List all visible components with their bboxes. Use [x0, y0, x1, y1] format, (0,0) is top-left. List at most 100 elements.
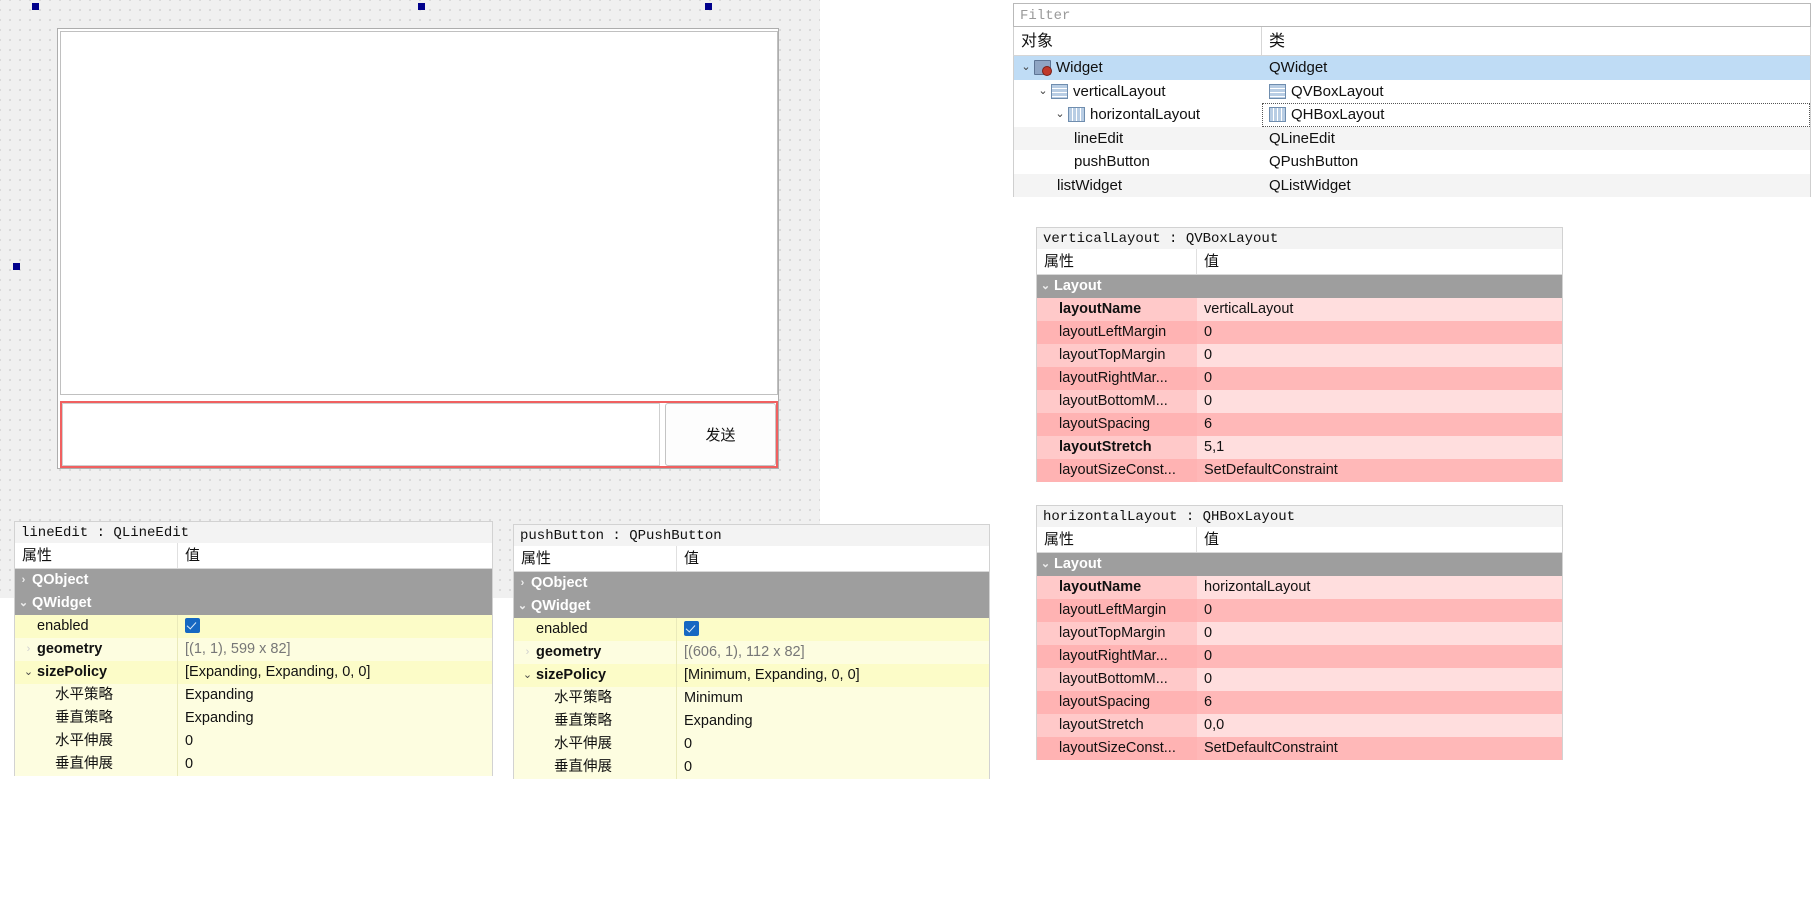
tree-object-name: horizontalLayout [1090, 106, 1201, 123]
tree-object-name: pushButton [1074, 153, 1150, 170]
chevron-down-icon[interactable]: ⌄ [521, 664, 534, 687]
property-row-vertical-policy[interactable]: 垂直策略 Expanding [15, 707, 492, 730]
chevron-down-icon[interactable]: ⌄ [1052, 103, 1068, 127]
property-row-enabled[interactable]: ›enabled [514, 618, 989, 641]
property-row-geometry[interactable]: › geometry [(606, 1), 112 x 82] [514, 641, 989, 664]
list-widget-preview[interactable] [60, 31, 778, 395]
property-row-layouttopmargin[interactable]: ›layoutTopMargin 0 [1037, 622, 1562, 645]
chevron-right-icon[interactable]: › [22, 638, 35, 661]
column-header-property[interactable]: 属性 [514, 546, 677, 571]
property-table-body: ⌄Layout ›layoutName verticalLayout ›layo… [1036, 275, 1563, 482]
property-table-header: 属性 值 [1036, 527, 1563, 553]
chevron-right-icon[interactable]: › [17, 569, 30, 592]
property-row-layouttopmargin[interactable]: ›layoutTopMargin 0 [1037, 344, 1562, 367]
tree-object-class: QVBoxLayout [1262, 80, 1810, 104]
property-row-horizontal-policy[interactable]: 水平策略 Minimum [514, 687, 989, 710]
push-button-preview[interactable]: 发送 [665, 403, 776, 466]
column-header-class[interactable]: 类 [1262, 27, 1810, 55]
property-group-qobject[interactable]: › QObject [514, 572, 989, 595]
enabled-checkbox[interactable] [185, 618, 200, 633]
property-group-qobject[interactable]: › QObject [15, 569, 492, 592]
chevron-down-icon[interactable]: ⌄ [1035, 80, 1051, 104]
selection-handle-middle-left[interactable] [13, 263, 20, 270]
tree-object-class: QLineEdit [1262, 126, 1810, 150]
chevron-right-icon[interactable]: › [521, 641, 534, 664]
column-header-object[interactable]: 对象 [1014, 27, 1262, 55]
property-row-layoutbottommargin[interactable]: ›layoutBottomM... 0 [1037, 390, 1562, 413]
tree-object-name: Widget [1056, 59, 1103, 76]
property-table-body: ›QObject ⌄QWidget ›enabled ›geometry [(1… [14, 569, 493, 776]
selection-handle-top-center[interactable] [418, 3, 425, 10]
property-row-layoutstretch[interactable]: ›layoutStretch 5,1 [1037, 436, 1562, 459]
property-row-vertical-stretch[interactable]: 垂直伸展 0 [15, 753, 492, 776]
tree-object-class: QPushButton [1269, 153, 1359, 170]
property-row-layoutbottommargin[interactable]: ›layoutBottomM... 0 [1037, 668, 1562, 691]
tree-object-name: lineEdit [1074, 129, 1124, 147]
tree-row-verticallayout[interactable]: ⌄ verticalLayout QVBoxLayout [1014, 80, 1810, 104]
property-group-qwidget[interactable]: ⌄ QWidget [15, 592, 492, 615]
property-row-sizepolicy[interactable]: ⌄ sizePolicy [Minimum, Expanding, 0, 0] [514, 664, 989, 687]
object-tree-header: 对象 类 [1013, 27, 1811, 56]
property-row-layoutspacing[interactable]: ›layoutSpacing 6 [1037, 413, 1562, 436]
property-table-body: ⌄Layout ›layoutName horizontalLayout ›la… [1036, 553, 1563, 760]
column-header-value[interactable]: 值 [677, 546, 989, 571]
tree-object-class: QWidget [1262, 56, 1810, 80]
property-row-layoutspacing[interactable]: ›layoutSpacing 6 [1037, 691, 1562, 714]
property-row-enabled[interactable]: ›enabled [15, 615, 492, 638]
property-panel-verticallayout: verticalLayout : QVBoxLayout 属性 值 ⌄ Layou… [1036, 227, 1563, 482]
form-widget[interactable]: 发送 [57, 28, 779, 469]
property-row-layoutrightmargin[interactable]: ›layoutRightMar... 0 [1037, 367, 1562, 390]
property-row-layoutsizeconstraint[interactable]: ›layoutSizeConst... SetDefaultConstraint [1037, 737, 1562, 760]
chevron-down-icon[interactable]: ⌄ [17, 592, 30, 615]
chevron-down-icon[interactable]: ⌄ [516, 595, 529, 618]
tree-row-listwidget[interactable]: listWidget QListWidget [1014, 173, 1810, 197]
property-row-layoutname[interactable]: ›layoutName verticalLayout [1037, 298, 1562, 321]
chevron-down-icon[interactable]: ⌄ [22, 661, 35, 684]
property-row-horizontal-stretch[interactable]: 水平伸展 0 [15, 730, 492, 753]
property-row-layoutstretch[interactable]: ›layoutStretch 0,0 [1037, 714, 1562, 737]
tree-row-horizontallayout[interactable]: ⌄ horizontalLayout QHBoxLayout [1014, 103, 1810, 127]
chevron-down-icon[interactable]: ⌄ [1039, 275, 1052, 298]
tree-object-class: QListWidget [1262, 173, 1810, 197]
property-row-layoutrightmargin[interactable]: ›layoutRightMar... 0 [1037, 645, 1562, 668]
property-panel-lineedit: lineEdit : QLineEdit 属性 值 › QObject ⌄ QWid… [14, 521, 493, 776]
line-edit-preview[interactable] [62, 403, 660, 466]
horizontal-layout-selection[interactable]: 发送 [60, 401, 778, 468]
tree-object-name: verticalLayout [1073, 82, 1166, 100]
column-header-property[interactable]: 属性 [1037, 249, 1197, 274]
chevron-down-icon[interactable]: ⌄ [1018, 56, 1034, 80]
chevron-down-icon[interactable]: ⌄ [1039, 553, 1052, 576]
property-row-horizontal-stretch[interactable]: 水平伸展 0 [514, 733, 989, 756]
property-row-layoutname[interactable]: ›layoutName horizontalLayout [1037, 576, 1562, 599]
property-panel-horizontallayout: horizontalLayout : QHBoxLayout 属性 值 ⌄ Lay… [1036, 505, 1563, 760]
column-header-value[interactable]: 值 [1197, 527, 1562, 552]
column-header-property[interactable]: 属性 [1037, 527, 1197, 552]
property-row-layoutsizeconstraint[interactable]: ›layoutSizeConst... SetDefaultConstraint [1037, 459, 1562, 482]
property-group-layout[interactable]: ⌄ Layout [1037, 275, 1562, 298]
property-row-layoutleftmargin[interactable]: ›layoutLeftMargin 0 [1037, 321, 1562, 344]
column-header-property[interactable]: 属性 [15, 543, 178, 568]
property-row-geometry[interactable]: › geometry [(1, 1), 599 x 82] [15, 638, 492, 661]
column-header-value[interactable]: 值 [1197, 249, 1562, 274]
property-group-qwidget[interactable]: ⌄ QWidget [514, 595, 989, 618]
selection-handle-top-right[interactable] [705, 3, 712, 10]
property-table-header: 属性 值 [14, 543, 493, 569]
property-row-horizontal-policy[interactable]: 水平策略 Expanding [15, 684, 492, 707]
design-canvas[interactable]: 发送 [0, 0, 820, 598]
property-group-layout[interactable]: ⌄ Layout [1037, 553, 1562, 576]
tree-row-widget[interactable]: ⌄ Widget QWidget [1014, 56, 1810, 80]
tree-object-name: listWidget [1057, 176, 1123, 194]
tree-object-class: QHBoxLayout [1262, 103, 1810, 127]
property-row-vertical-policy[interactable]: 垂直策略 Expanding [514, 710, 989, 733]
tree-row-pushbutton[interactable]: pushButton QPushButton [1014, 150, 1810, 174]
enabled-checkbox[interactable] [684, 621, 699, 636]
chevron-right-icon[interactable]: › [516, 572, 529, 595]
panel-title: pushButton : QPushButton [513, 524, 990, 546]
property-row-vertical-stretch[interactable]: 垂直伸展 0 [514, 756, 989, 779]
filter-input[interactable]: Filter [1013, 3, 1811, 27]
tree-row-lineedit[interactable]: lineEdit QLineEdit [1014, 126, 1810, 150]
property-row-layoutleftmargin[interactable]: ›layoutLeftMargin 0 [1037, 599, 1562, 622]
property-row-sizepolicy[interactable]: ⌄ sizePolicy [Expanding, Expanding, 0, 0] [15, 661, 492, 684]
column-header-value[interactable]: 值 [178, 543, 492, 568]
selection-handle-top-left[interactable] [32, 3, 39, 10]
